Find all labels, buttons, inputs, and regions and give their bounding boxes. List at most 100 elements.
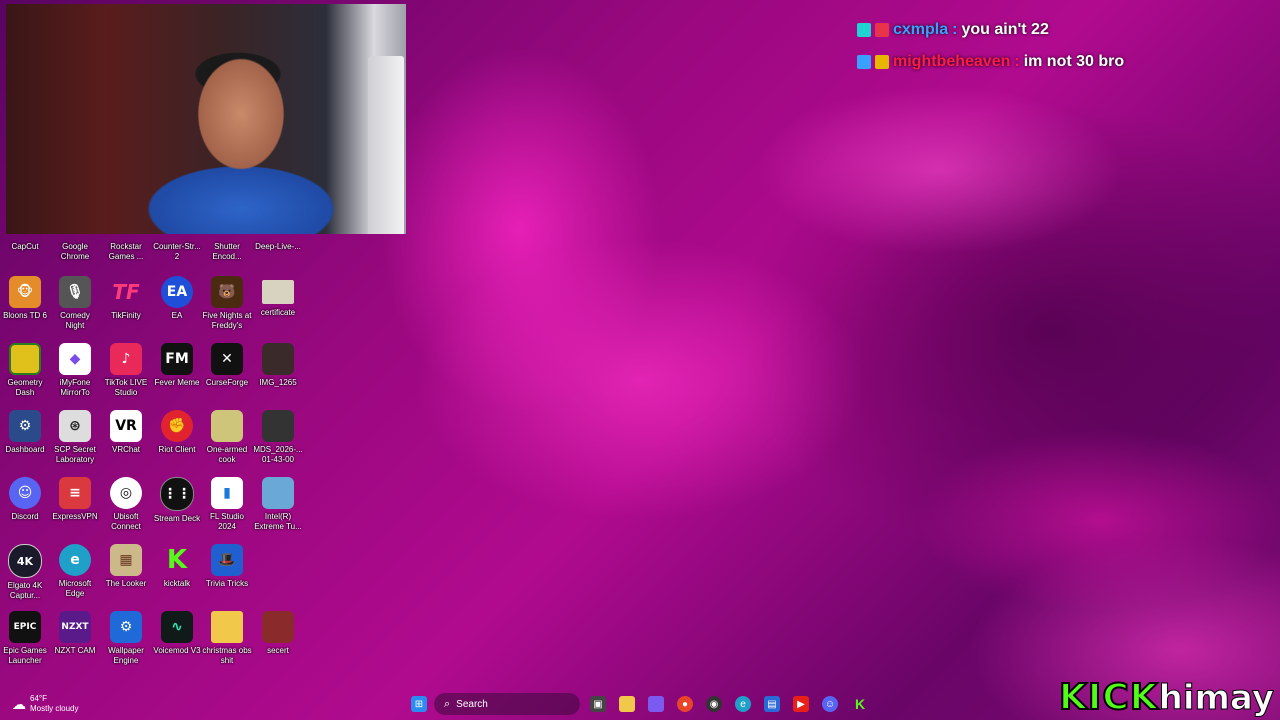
icon-label: Dashboard xyxy=(5,445,45,454)
desktop-icon-riot-client[interactable]: ✊ Riot Client xyxy=(152,410,202,455)
search-label: Search xyxy=(456,698,488,710)
epic-games-icon: EPIC xyxy=(9,611,41,643)
desktop-icon-comedy-night[interactable]: 🎙 Comedy Night xyxy=(50,276,100,331)
desktop-icon-the-looker[interactable]: ▦ The Looker xyxy=(101,544,151,589)
elgato-icon: 4K xyxy=(8,544,42,578)
desktop-icon-img-1265[interactable]: IMG_1265 xyxy=(253,343,303,388)
store-icon[interactable]: ▤ xyxy=(764,696,780,712)
desktop-icon-trivia-tricks[interactable]: 🎩 Trivia Tricks xyxy=(202,544,252,589)
search-box[interactable]: ⌕ Search xyxy=(434,693,580,715)
desktop-icon-fl-studio[interactable]: ▮ FL Studio 2024 xyxy=(202,477,252,532)
desktop-icon-mds-video[interactable]: MDS_2026-... 01-43-00 xyxy=(253,410,303,465)
desktop-icon-epic-games[interactable]: EPIC Epic Games Launcher xyxy=(0,611,50,666)
desktop-icon-fever-meme[interactable]: FM Fever Meme xyxy=(152,343,202,388)
icon-label: SCP Secret Laboratory xyxy=(54,445,96,464)
desktop-icon-dashboard[interactable]: ⚙ Dashboard xyxy=(0,410,50,455)
desktop-icon-vrchat[interactable]: VR VRChat xyxy=(101,410,151,455)
desktop-icon-ea[interactable]: EA EA xyxy=(152,276,202,321)
intel-icon xyxy=(262,477,294,509)
desktop-icon-deep-live[interactable]: Deep-Live-... xyxy=(253,242,303,252)
nzxt-icon: NZXT xyxy=(59,611,91,643)
desktop-icon-curseforge[interactable]: ✕ CurseForge xyxy=(202,343,252,388)
icon-label: Riot Client xyxy=(158,445,196,454)
icon-label: Shutter Encod... xyxy=(212,242,242,261)
desktop-icon-kicktalk[interactable]: Kkicktalk xyxy=(152,544,202,589)
icon-label: One-armed cook xyxy=(206,445,248,464)
icon-label: certificate xyxy=(260,308,296,317)
chat-separator: : xyxy=(952,21,958,38)
icon-label: Google Chrome xyxy=(60,242,90,261)
discord-icon: ☺ xyxy=(9,477,41,509)
desktop-icon-one-armed-cook[interactable]: One-armed cook xyxy=(202,410,252,465)
certificate-icon xyxy=(262,280,294,304)
desktop-icon-imyfone[interactable]: ◆ iMyFone MirrorTo xyxy=(50,343,100,398)
icon-label: Ubisoft Connect xyxy=(111,512,141,531)
badge-icon xyxy=(857,23,871,37)
cook-icon xyxy=(211,410,243,442)
fever-meme-icon: FM xyxy=(161,343,193,375)
kick-icon[interactable]: K xyxy=(852,696,868,712)
file-explorer-icon[interactable] xyxy=(619,696,635,712)
edge-icon[interactable]: e xyxy=(735,696,751,712)
riot-icon: ✊ xyxy=(161,410,193,442)
chat-username: cxmpla xyxy=(893,21,949,38)
cloud-icon: ☁ xyxy=(12,695,26,712)
icon-label: The Looker xyxy=(105,579,147,588)
desktop-icon-ubisoft[interactable]: ◎ Ubisoft Connect xyxy=(101,477,151,532)
copilot-icon[interactable] xyxy=(648,696,664,712)
desktop-icon-stream-deck[interactable]: ⋮⋮ Stream Deck xyxy=(152,477,202,524)
desktop-icon-scp[interactable]: ⊛ SCP Secret Laboratory xyxy=(50,410,100,465)
desktop-icon-elgato[interactable]: 4K Elgato 4K Captur... xyxy=(0,544,50,601)
icon-label: TikTok LIVE Studio xyxy=(104,378,148,397)
icon-label: Counter-Str... 2 xyxy=(153,242,201,261)
desktop-icon-rockstar-games[interactable]: Rockstar Games ... xyxy=(101,242,151,262)
tiktok-icon: ♪ xyxy=(110,343,142,375)
desktop-icon-shutter-encoder[interactable]: Shutter Encod... xyxy=(202,242,252,262)
desktop-icon-google-chrome[interactable]: Google Chrome xyxy=(50,242,100,262)
desktop-icon-certificate[interactable]: certificate xyxy=(253,276,303,318)
youtube-icon[interactable]: ▶ xyxy=(793,696,809,712)
desktop-icon-nzxt-cam[interactable]: NZXT NZXT CAM xyxy=(50,611,100,656)
icon-label: VRChat xyxy=(111,445,140,454)
desktop-icon-christmas-folder[interactable]: christmas obs shit xyxy=(202,611,252,666)
badge-icon xyxy=(875,23,889,37)
kick-icon: K xyxy=(166,545,188,575)
weather-temp: 64°F xyxy=(30,694,47,703)
desktop-icon-fnaf[interactable]: 🐻 Five Nights at Freddy's xyxy=(202,276,252,331)
mirror-icon: ◆ xyxy=(59,343,91,375)
desktop-icon-voicemod[interactable]: ∿ Voicemod V3 xyxy=(152,611,202,656)
desktop-icon-counter-strike[interactable]: Counter-Str... 2 xyxy=(152,242,202,262)
desktop-icon-geometry-dash[interactable]: Geometry Dash xyxy=(0,343,50,398)
desktop-icon-capcut[interactable]: CapCut xyxy=(0,242,50,252)
desktop-icon-wallpaper-engine[interactable]: ⚙ Wallpaper Engine xyxy=(101,611,151,666)
desktop-icon-tiktok-live[interactable]: ♪ TikTok LIVE Studio xyxy=(101,343,151,398)
obs-icon[interactable]: ◉ xyxy=(706,696,722,712)
kick-channel-watermark: KICK himay xyxy=(1058,679,1274,717)
desktop-icon-bloons-td6[interactable]: 🐵 Bloons TD 6 xyxy=(0,276,50,321)
icon-label: Discord xyxy=(11,512,39,521)
desktop-icon-expressvpn[interactable]: ≡ ExpressVPN xyxy=(50,477,100,522)
discord-icon[interactable]: ☺ xyxy=(822,696,838,712)
icon-label: ExpressVPN xyxy=(52,512,98,521)
start-button-icon[interactable]: ⊞ xyxy=(411,696,427,712)
icon-label: Comedy Night xyxy=(60,311,90,330)
chrome-icon[interactable]: ● xyxy=(677,696,693,712)
icon-label: Fever Meme xyxy=(154,378,200,387)
icon-label: EA xyxy=(171,311,183,320)
desktop-icon-discord[interactable]: ☺ Discord xyxy=(0,477,50,522)
icon-label: CurseForge xyxy=(205,378,249,387)
chat-text: im not 30 bro xyxy=(1023,53,1125,70)
weather-widget[interactable]: ☁ 64°F Mostly cloudy xyxy=(12,694,78,714)
icon-label: kicktalk xyxy=(163,579,191,588)
desktop-icon-edge[interactable]: e Microsoft Edge xyxy=(50,544,100,599)
desktop-icon-tikfinity[interactable]: TF TikFinity xyxy=(101,276,151,321)
icon-label: NZXT CAM xyxy=(54,646,96,655)
folder-icon xyxy=(211,611,243,643)
chat-message: cxmpla: you ain't 22 xyxy=(857,14,1124,46)
icon-label: Voicemod V3 xyxy=(153,646,201,655)
image-thumbnail-icon xyxy=(262,611,294,643)
desktop-icon-intel-xtu[interactable]: Intel(R) Extreme Tu... xyxy=(253,477,303,532)
task-view-icon[interactable]: ▣ xyxy=(590,696,606,712)
desktop-icon-secert[interactable]: secert xyxy=(253,611,303,656)
video-file-icon xyxy=(262,410,294,442)
